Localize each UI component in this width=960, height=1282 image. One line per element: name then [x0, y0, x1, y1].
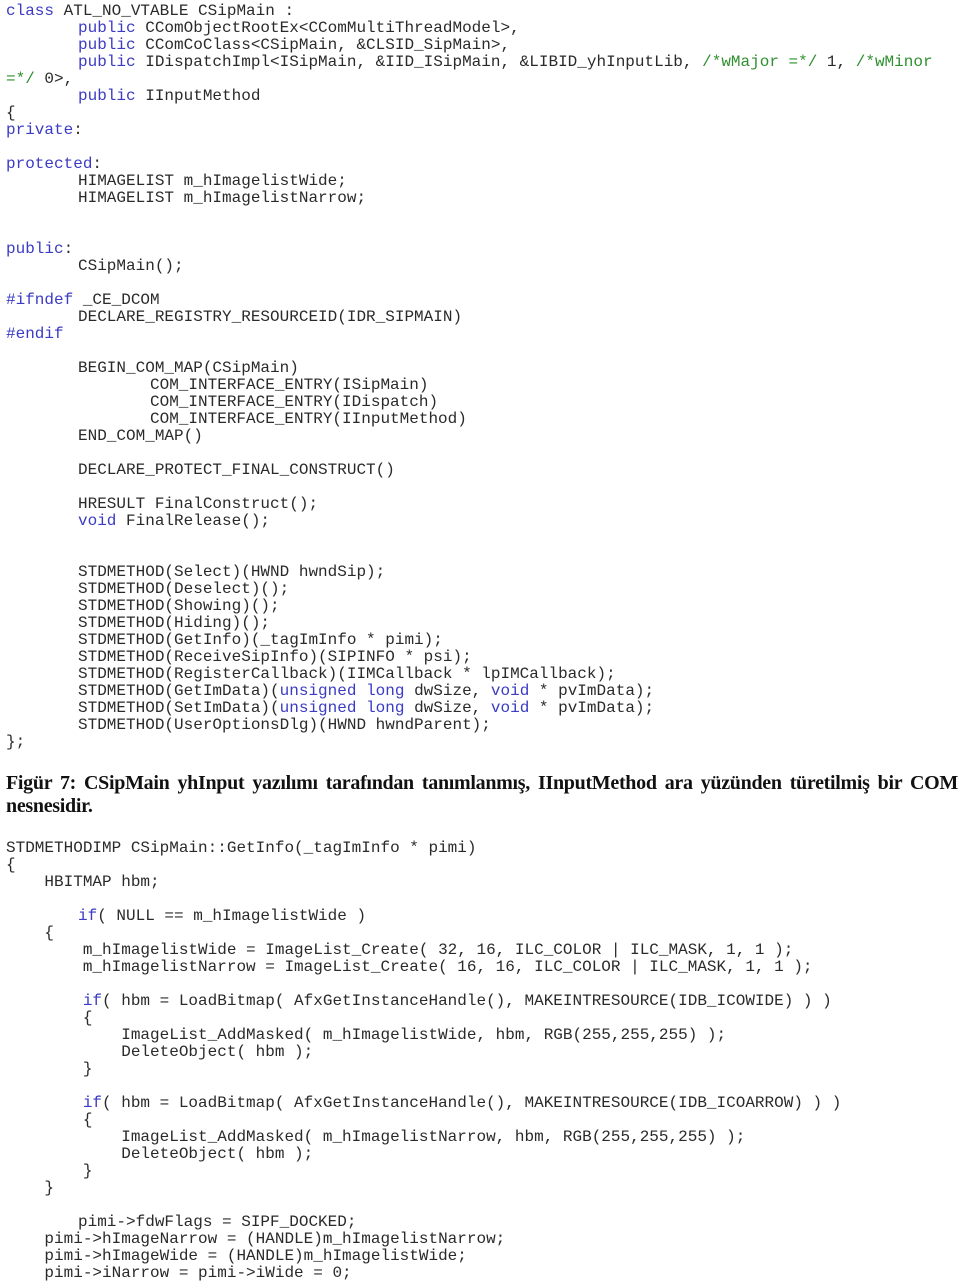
code-keyword: long [366, 682, 405, 700]
code-line: STDMETHOD(GetImData)(unsigned long dwSiz… [6, 682, 655, 700]
code-line: if( NULL == m_hImagelistWide ) [78, 907, 367, 925]
code-listing-class-declaration: class ATL_NO_VTABLE CSipMain : public CC… [6, 3, 933, 751]
code-keyword: public [78, 87, 136, 105]
code-line: STDMETHOD(Deselect)(); [6, 580, 290, 598]
code-keyword: unsigned [279, 682, 357, 700]
code-line: { [6, 924, 55, 942]
code-line: DeleteObject( hbm ); [6, 1145, 314, 1163]
code-line: STDMETHOD(UserOptionsDlg)(HWND hwndParen… [6, 716, 491, 734]
code-line: }; [6, 733, 26, 751]
code-line: CSipMain(); [6, 257, 184, 275]
code-line: pimi->fdwFlags = SIPF_DOCKED; [6, 1213, 357, 1231]
code-line: public CComCoClass<CSipMain, &CLSID_SipM… [78, 36, 511, 54]
figure-caption: Figür 7: CSipMain yhInput yazılımı taraf… [6, 772, 958, 817]
code-keyword: #endif [6, 325, 64, 343]
code-line: STDMETHOD(Showing)(); [6, 597, 280, 615]
code-keyword: void [490, 699, 530, 717]
code-keyword: private [6, 121, 74, 139]
code-line: if( hbm = LoadBitmap( AfxGetInstanceHand… [82, 1094, 842, 1112]
code-line: ImageList_AddMasked( m_hImagelistWide, h… [6, 1026, 727, 1044]
code-line: { [6, 1111, 93, 1129]
code-line: pimi->hImageWide = (HANDLE)m_hImagelistW… [6, 1247, 467, 1265]
code-keyword: protected [6, 155, 93, 173]
code-keyword: if [82, 992, 103, 1010]
code-keyword: public [78, 53, 136, 71]
code-comment: /*wMajor =*/ [702, 53, 818, 71]
code-line: public: [6, 240, 74, 258]
code-keyword: void [78, 512, 117, 530]
code-keyword: if [78, 907, 98, 925]
code-keyword: public [6, 240, 64, 258]
code-line: public IInputMethod [78, 87, 261, 105]
code-line: STDMETHOD(Select)(HWND hwndSip); [6, 563, 386, 581]
code-line: public IDispatchImpl<ISipMain, &IID_ISip… [78, 53, 933, 71]
code-line: pimi->hImageNarrow = (HANDLE)m_hImagelis… [6, 1230, 506, 1248]
code-listing-getinfo-method: STDMETHODIMP CSipMain::GetInfo(_tagImInf… [6, 840, 841, 1282]
code-line: m_hImagelistNarrow = ImageList_Create( 1… [6, 958, 813, 976]
code-keyword: public [78, 36, 136, 54]
code-line: DeleteObject( hbm ); [6, 1043, 314, 1061]
code-line: ImageList_AddMasked( m_hImagelistNarrow,… [6, 1128, 746, 1146]
code-keyword: if [82, 1094, 103, 1112]
code-line: STDMETHOD(RegisterCallback)(IIMCallback … [6, 665, 616, 683]
code-line: =*/ 0>, [6, 70, 74, 88]
code-line: } [6, 1060, 93, 1078]
code-line: STDMETHOD(GetInfo)(_tagImInfo * pimi); [6, 631, 443, 649]
code-line: COM_INTERFACE_ENTRY(IInputMethod) [6, 410, 467, 428]
code-line: STDMETHOD(Hiding)(); [6, 614, 271, 632]
code-comment: =*/ [6, 70, 35, 88]
code-line: { [6, 1009, 93, 1027]
code-line: } [6, 1179, 55, 1197]
code-line: STDMETHODIMP CSipMain::GetInfo(_tagImInf… [6, 839, 477, 857]
code-line: void FinalRelease(); [78, 512, 271, 530]
code-line: } [6, 1162, 93, 1180]
code-line: #endif [6, 326, 933, 343]
code-line: STDMETHOD(ReceiveSipInfo)(SIPINFO * psi)… [6, 648, 472, 666]
code-line: class ATL_NO_VTABLE CSipMain : [6, 2, 295, 20]
code-line: DECLARE_PROTECT_FINAL_CONSTRUCT() [6, 461, 395, 479]
code-line: #ifndef _CE_DCOM [6, 291, 160, 309]
code-keyword: class [6, 2, 55, 20]
code-keyword: long [366, 699, 405, 717]
code-line: if( hbm = LoadBitmap( AfxGetInstanceHand… [82, 992, 832, 1010]
code-keyword: unsigned [279, 699, 357, 717]
code-line: BEGIN_COM_MAP(CSipMain) [6, 359, 299, 377]
code-keyword: void [490, 682, 530, 700]
code-line: m_hImagelistWide = ImageList_Create( 32,… [6, 941, 794, 959]
code-line: { [6, 856, 16, 874]
code-keyword: #ifndef [6, 291, 74, 309]
code-line: protected: [6, 155, 103, 173]
code-line: pimi->iNarrow = pimi->iWide = 0; [6, 1264, 352, 1282]
code-line: HIMAGELIST m_hImagelistNarrow; [6, 189, 367, 207]
code-line: HRESULT FinalConstruct(); [6, 495, 319, 513]
code-line: HIMAGELIST m_hImagelistWide; [6, 172, 347, 190]
code-keyword: public [78, 19, 136, 37]
code-line: COM_INTERFACE_ENTRY(ISipMain) [6, 376, 429, 394]
code-line: STDMETHOD(SetImData)(unsigned long dwSiz… [6, 699, 655, 717]
code-line: DECLARE_REGISTRY_RESOURCEID(IDR_SIPMAIN) [6, 308, 463, 326]
code-comment: /*wMinor [855, 53, 933, 71]
code-line: COM_INTERFACE_ENTRY(IDispatch) [6, 393, 439, 411]
code-line: { [6, 104, 16, 122]
code-line: END_COM_MAP() [6, 427, 203, 445]
code-line: private: [6, 121, 83, 139]
code-line: HBITMAP hbm; [6, 873, 160, 891]
code-line: public CComObjectRootEx<CComMultiThreadM… [78, 19, 520, 37]
